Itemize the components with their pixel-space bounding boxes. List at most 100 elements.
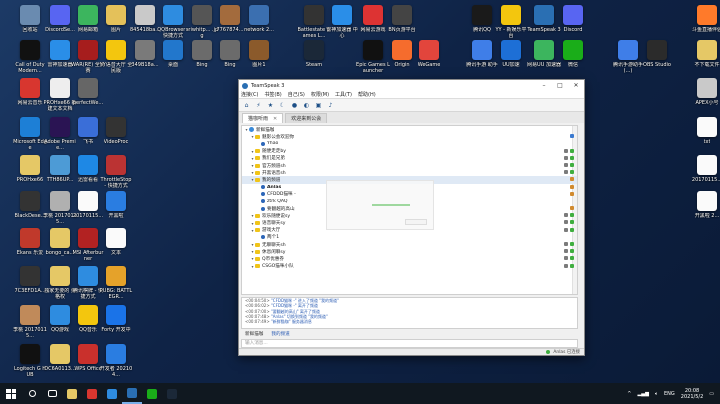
channel-icon	[255, 163, 260, 168]
desktop-shortcut[interactable]: 斗鱼直播伴侣	[690, 5, 720, 33]
tab-server-2[interactable]: 欢迎来到公会	[285, 113, 328, 123]
desktop-shortcut[interactable]: OBS Studio	[640, 40, 674, 68]
desktop-shortcut[interactable]: BN页游平台	[385, 5, 419, 33]
speaker-mute-icon[interactable]: ◐	[302, 101, 311, 110]
server-log[interactable]: <00:04:50> "CFDD猫咪 -" 进入了频道 "我的频道" <00:06…	[241, 297, 578, 329]
desktop-shortcut[interactable]: txt	[690, 117, 720, 145]
away-icon[interactable]: ☾	[278, 101, 287, 110]
desktop-shortcut[interactable]: APEX小号	[690, 78, 720, 106]
taskbar-steam[interactable]	[162, 383, 182, 404]
row-flags	[570, 206, 574, 211]
channel-tree[interactable]: ▾ 新鲜猫咖 ▾ 魅影公会欢迎你 Yhao ▾ 随便走走by ▾ 我们是兄弟 ▾ 官方频道sh ▾ 开黑…	[241, 125, 578, 295]
desktop-shortcut[interactable]: perfectWe...	[71, 78, 105, 106]
taskbar-teamspeak[interactable]	[122, 383, 142, 404]
user-row[interactable]: 两个1	[242, 234, 577, 241]
desktop-shortcut[interactable]: network 2...	[242, 5, 276, 33]
desktop-shortcut[interactable]: VideoProc	[99, 117, 133, 145]
bookmark-icon[interactable]: ★	[266, 101, 275, 110]
window-titlebar[interactable]: TeamSpeak 3 – □ ✕	[239, 80, 584, 91]
disconnect-icon[interactable]: ⚡	[254, 101, 263, 110]
menu-tools[interactable]: 工具(T)	[335, 91, 352, 98]
desktop-shortcut[interactable]: 网易云音乐	[13, 78, 47, 106]
shortcut-label: Bing	[224, 62, 236, 68]
channel-row[interactable]: ▾ 随便走走by	[242, 148, 577, 155]
start-button[interactable]	[0, 383, 22, 404]
channel-row[interactable]: ▾ 开黑语音sh	[242, 169, 577, 176]
desktop-shortcut[interactable]: 不下载文件	[690, 40, 720, 68]
desktop-shortcut[interactable]: PUBG: BATTLEGR...	[99, 266, 133, 300]
desktop-shortcut[interactable]: Logitech G HUB	[13, 344, 47, 378]
network-icon[interactable]: ▂▄▆	[637, 391, 649, 397]
taskbar-netease-music[interactable]	[82, 383, 102, 404]
app-icon	[392, 5, 412, 25]
taskbar-wechat[interactable]	[142, 383, 162, 404]
chat-input[interactable]: 输入消息...	[241, 339, 578, 348]
taskbar-search[interactable]	[22, 383, 42, 404]
desktop-shortcut[interactable]: UU加速	[494, 40, 528, 68]
menu-help[interactable]: 帮助(H)	[358, 91, 376, 98]
taskbar-file-explorer[interactable]	[62, 383, 82, 404]
volume-icon[interactable]: 🔈︎	[655, 391, 658, 397]
menu-bookmarks[interactable]: 书签(B)	[264, 91, 281, 98]
maximize-icon[interactable]: □	[552, 80, 568, 91]
input-language[interactable]: ENG	[664, 391, 675, 397]
channel-icon	[255, 156, 260, 161]
desktop-shortcut[interactable]: Call of Duty Modern...	[13, 40, 47, 74]
channel-row[interactable]: ▾ 无聊聊天sh	[242, 241, 577, 248]
desktop-shortcut[interactable]: 雷神加速器 中心	[325, 5, 359, 39]
desktop-shortcut[interactable]: BlackDese...	[13, 191, 47, 219]
desktop-shortcut[interactable]: YY - 新娱乐平台	[494, 5, 528, 39]
menu-self[interactable]: 自己(S)	[288, 91, 305, 98]
connect-icon[interactable]: ⌂	[242, 101, 251, 110]
desktop-shortcut[interactable]: 文本	[99, 228, 133, 256]
desktop-shortcut[interactable]: WeGame	[412, 40, 446, 68]
chat-tab-server[interactable]: 新鲜猫咖	[245, 331, 263, 337]
taskbar-qq[interactable]	[102, 383, 122, 404]
app-icon	[50, 117, 70, 137]
chat-tab-channel[interactable]: 我的频道	[271, 331, 289, 337]
close-icon[interactable]: ✕	[273, 116, 277, 122]
channel-row[interactable]: ▾ 魅影公会欢迎你	[242, 133, 577, 140]
shortcut-label: YY - 新娱乐平台	[495, 27, 527, 39]
desktop-shortcut[interactable]: ThrottleStop - 快捷方式	[99, 155, 133, 189]
user-row[interactable]: Yhao	[242, 140, 577, 147]
menu-connect[interactable]: 连接(C)	[241, 91, 258, 98]
clock[interactable]: 20:08 2021/5/2	[681, 388, 703, 400]
desktop-shortcut[interactable]: 开黑啦	[99, 191, 133, 219]
row-label: 随便走走by	[262, 149, 287, 155]
row-label: Q币优惠券	[262, 256, 284, 262]
desktop-shortcut[interactable]: Microsoft Edge	[13, 117, 47, 151]
desktop-shortcut[interactable]: 微信	[556, 40, 590, 68]
server-row[interactable]: ▾ 新鲜猫咖	[242, 126, 577, 133]
desktop-shortcut[interactable]: Forty 开发中	[99, 305, 133, 333]
close-icon[interactable]: ✕	[568, 80, 584, 91]
desktop-shortcut[interactable]: 开黑啦 2...	[690, 191, 720, 219]
channel-row[interactable]: ▾ CSGO猫咪小队	[242, 263, 577, 270]
channel-row[interactable]: ▾ Q币优惠券	[242, 255, 577, 262]
taskbar-task-view[interactable]	[42, 383, 62, 404]
channel-row[interactable]: ▾ 休息闲聊sy	[242, 248, 577, 255]
desktop-shortcut[interactable]: 开发者 202104...	[99, 344, 133, 378]
desktop-shortcut[interactable]: 20170115...	[690, 155, 720, 183]
whisper-icon[interactable]: ♪	[326, 101, 335, 110]
desktop-shortcut[interactable]: 回收站	[13, 5, 47, 33]
notifications-icon[interactable]: ▭	[709, 391, 714, 397]
channel-row[interactable]: ▾ 官方频道sh	[242, 162, 577, 169]
app-icon	[697, 191, 717, 211]
desktop-shortcut[interactable]: 7C3EFD1A...	[13, 266, 47, 294]
app-icon	[163, 5, 183, 25]
desktop-shortcut[interactable]: Ekans 乐爱	[13, 228, 47, 256]
chat-icon[interactable]: ▣	[314, 101, 323, 110]
desktop-shortcut[interactable]: PROHxe66	[13, 155, 47, 183]
channel-row[interactable]: ▾ 我们是兄弟	[242, 155, 577, 162]
tray-chevron-icon[interactable]: ^	[627, 391, 631, 397]
desktop-shortcut[interactable]: 图片1	[242, 40, 276, 68]
popup-button[interactable]	[405, 219, 427, 225]
mic-mute-icon[interactable]: ●	[290, 101, 299, 110]
minimize-icon[interactable]: –	[536, 80, 552, 91]
desktop-shortcut[interactable]: Steam	[297, 40, 331, 68]
desktop-shortcut[interactable]: Discord	[556, 5, 590, 33]
desktop-shortcut[interactable]: 李桃 20170115...	[13, 305, 47, 339]
menu-permissions[interactable]: 权限(M)	[311, 91, 329, 98]
tab-server-1[interactable]: 猫咖听雨 ✕	[242, 113, 284, 123]
